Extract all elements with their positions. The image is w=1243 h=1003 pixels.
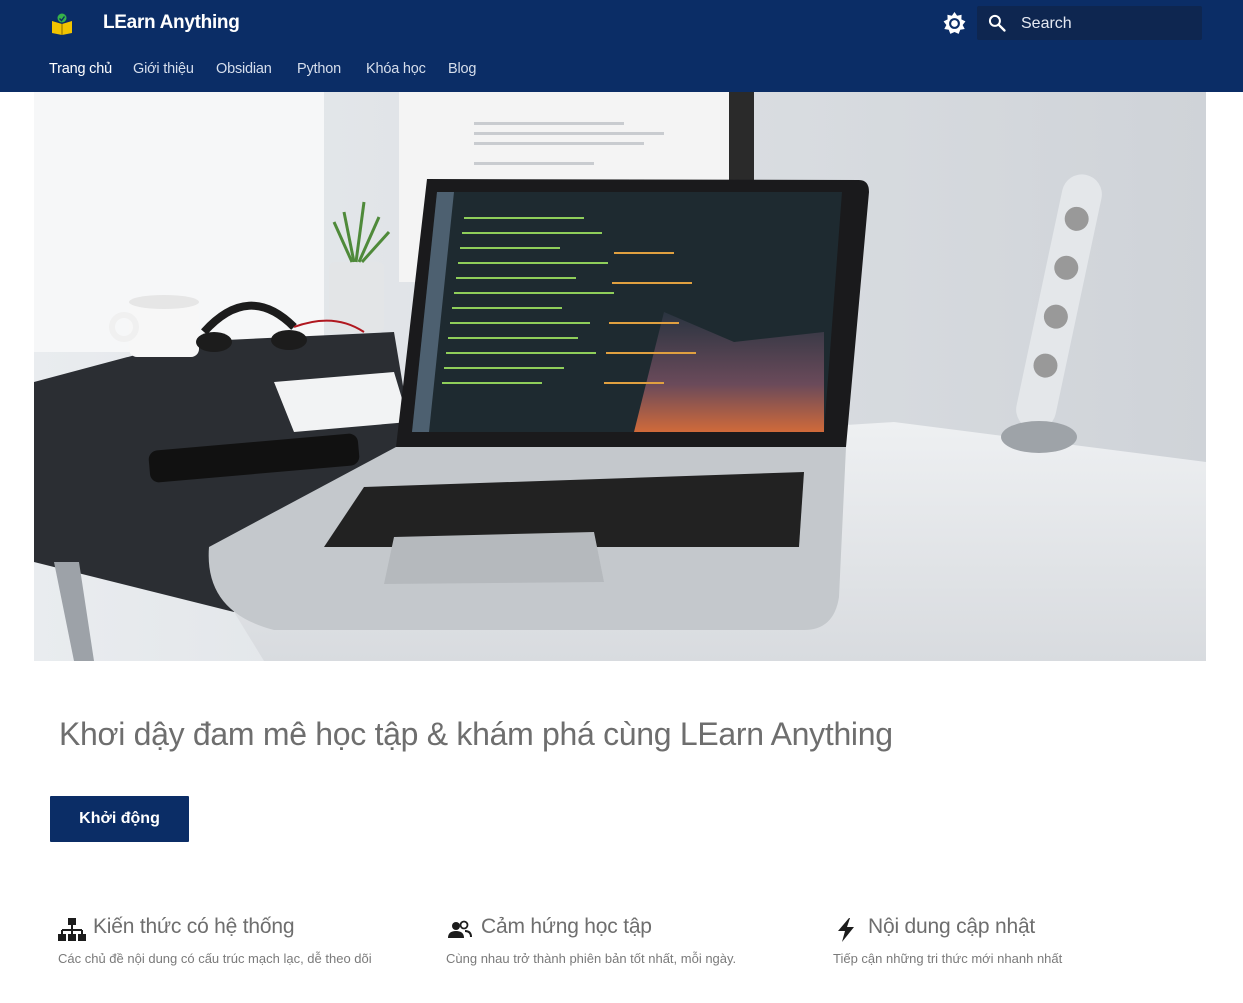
- hero-headline: Khơi dậy đam mê học tập & khám phá cùng …: [59, 716, 893, 752]
- search-box[interactable]: [977, 6, 1202, 40]
- nav-item-courses[interactable]: Khóa học: [366, 61, 426, 77]
- feature-title: Kiến thức có hệ thống: [93, 915, 295, 938]
- brightness-toggle-icon[interactable]: [942, 11, 967, 36]
- sitemap-icon: [58, 918, 86, 941]
- logo-icon[interactable]: [50, 12, 74, 36]
- feature-desc: Cùng nhau trở thành phiên bản tốt nhất, …: [446, 951, 737, 966]
- nav-item-home[interactable]: Trang chủ: [49, 61, 112, 77]
- feature-desc: Các chủ đề nội dung có cấu trúc mạch lạc…: [58, 951, 372, 966]
- hero-image: [34, 92, 1206, 661]
- search-input[interactable]: [1019, 10, 1198, 38]
- top-header: LEarn Anything Trang chủ Giới thiệu Obsi…: [0, 0, 1243, 92]
- start-button[interactable]: Khởi động: [50, 796, 189, 842]
- users-icon: [448, 920, 472, 938]
- nav-item-python[interactable]: Python: [297, 61, 341, 77]
- site-title[interactable]: LEarn Anything: [103, 12, 240, 34]
- laptop-desk-illustration: [34, 92, 1206, 661]
- nav-item-obsidian[interactable]: Obsidian: [216, 61, 272, 77]
- search-icon: [988, 14, 1006, 32]
- nav-item-blog[interactable]: Blog: [448, 61, 476, 77]
- nav-item-about[interactable]: Giới thiệu: [133, 61, 194, 77]
- feature-title: Cảm hứng học tập: [481, 915, 652, 938]
- feature-title: Nội dung cập nhật: [868, 915, 1036, 938]
- bolt-icon: [838, 918, 854, 942]
- feature-desc: Tiếp cận những tri thức mới nhanh nhất: [833, 951, 1063, 966]
